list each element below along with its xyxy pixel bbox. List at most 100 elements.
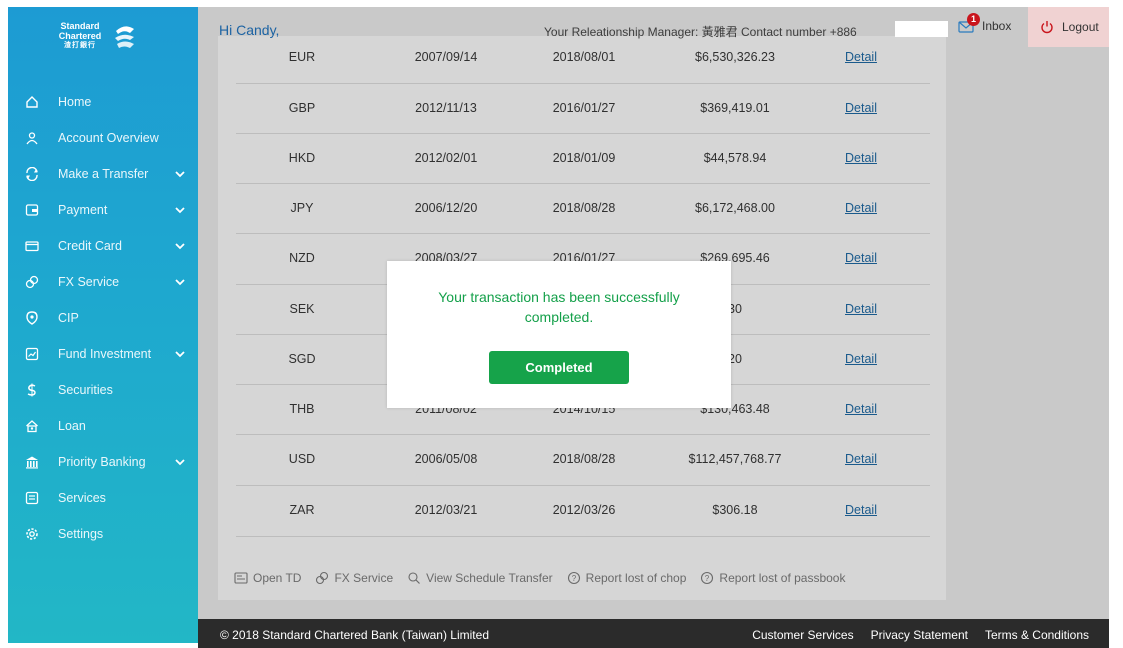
detail-link[interactable]: Detail: [845, 201, 877, 215]
home-icon: [24, 94, 40, 110]
sidebar-item-credit-card[interactable]: Credit Card: [8, 228, 198, 264]
sidebar-item-account-overview[interactable]: Account Overview: [8, 120, 198, 156]
greeting-text: Hi Candy,: [219, 22, 280, 38]
amount-cell: $112,457,768.77: [688, 452, 782, 466]
services-icon: [24, 490, 40, 506]
relationship-manager-text: Your Releationship Manager: 黃雅君 Contact …: [544, 25, 857, 39]
sidebar-item-label: Services: [58, 491, 106, 505]
chevron-down-icon: [175, 279, 185, 286]
footer-links: Customer Services Privacy Statement Term…: [735, 628, 1089, 642]
transfer-icon: [24, 166, 40, 182]
detail-link[interactable]: Detail: [845, 302, 877, 316]
sidebar-item-priority-banking[interactable]: Priority Banking: [8, 444, 198, 480]
sidebar-item-home[interactable]: Home: [8, 84, 198, 120]
detail-link[interactable]: Detail: [845, 101, 877, 115]
sidebar-nav: Home Account Overview Make a Transfer Pa…: [8, 84, 198, 552]
currency-cell: JPY: [290, 201, 314, 215]
open-td-icon: [234, 572, 248, 584]
last-date-cell: 2018/08/28: [552, 201, 616, 215]
copyright-text: © 2018 Standard Chartered Bank (Taiwan) …: [220, 628, 489, 642]
amount-cell: $306.18: [712, 503, 758, 517]
search-icon: [408, 572, 421, 584]
detail-link[interactable]: Detail: [845, 50, 877, 64]
logo-mark-icon: [115, 26, 134, 48]
detail-link[interactable]: Detail: [845, 251, 877, 265]
table-row: HKD 2012/02/01 2018/01/09 $44,578.94 Det…: [236, 134, 930, 184]
sidebar-item-cip[interactable]: CIP: [8, 300, 198, 336]
quick-link-open-td[interactable]: Open TD: [234, 571, 301, 585]
sidebar-item-label: Make a Transfer: [58, 167, 149, 181]
quick-link-label: Report lost of passbook: [719, 571, 846, 585]
quick-link-view-schedule-transfer[interactable]: View Schedule Transfer: [407, 571, 553, 585]
svg-text:?: ?: [571, 574, 576, 583]
securities-icon: [24, 382, 40, 398]
last-date-cell: 2012/03/26: [552, 503, 616, 517]
chevron-down-icon: [175, 207, 185, 214]
amount-cell: $6,172,468.00: [695, 201, 775, 215]
chevron-down-icon: [175, 171, 185, 178]
sidebar-item-fx-service[interactable]: FX Service: [8, 264, 198, 300]
sidebar-item-payment[interactable]: Payment: [8, 192, 198, 228]
currency-cell: EUR: [288, 50, 316, 64]
table-row: JPY 2006/12/20 2018/08/28 $6,172,468.00 …: [236, 184, 930, 234]
last-date-cell: 2018/08/01: [552, 50, 616, 64]
logout-button[interactable]: Logout: [1028, 7, 1109, 47]
sidebar-item-services[interactable]: Services: [8, 480, 198, 516]
sidebar-item-label: Credit Card: [58, 239, 122, 253]
completed-button[interactable]: Completed: [489, 351, 629, 384]
detail-link[interactable]: Detail: [845, 352, 877, 366]
logout-label: Logout: [1062, 20, 1099, 34]
open-date-cell: 2012/11/13: [415, 101, 477, 115]
currency-cell: HKD: [288, 151, 316, 165]
quick-link-label: View Schedule Transfer: [426, 571, 553, 585]
sidebar-item-label: Settings: [58, 527, 104, 541]
fund-icon: [24, 346, 40, 362]
detail-link[interactable]: Detail: [845, 402, 877, 416]
sidebar-item-settings[interactable]: Settings: [8, 516, 198, 552]
inbox-button[interactable]: 1 Inbox: [958, 13, 1012, 33]
sidebar-item-label: Payment: [58, 203, 108, 217]
currency-cell: USD: [288, 452, 316, 466]
chevron-down-icon: [175, 351, 185, 358]
footer-link-customer-services[interactable]: Customer Services: [752, 628, 853, 642]
amount-cell: $44,578.94: [703, 151, 767, 165]
help-icon: ?: [567, 571, 580, 585]
power-icon: [1041, 21, 1053, 34]
quick-link-report-lost-chop[interactable]: ? Report lost of chop: [567, 571, 687, 585]
detail-link[interactable]: Detail: [845, 452, 877, 466]
currency-cell: NZD: [289, 251, 315, 265]
logo-line-1: Standard: [60, 21, 100, 31]
sidebar-item-make-a-transfer[interactable]: Make a Transfer: [8, 156, 198, 192]
sidebar-item-label: Securities: [58, 383, 113, 397]
logo-line-2: Chartered: [58, 31, 102, 41]
redacted-phone-box: [895, 21, 948, 37]
quick-link-report-lost-passbook[interactable]: ? Report lost of passbook: [700, 571, 845, 585]
detail-link[interactable]: Detail: [845, 151, 877, 165]
footer-link-terms[interactable]: Terms & Conditions: [985, 628, 1089, 642]
quick-link-label: Report lost of chop: [585, 571, 687, 585]
cip-icon: [24, 310, 40, 326]
sidebar-item-loan[interactable]: Loan: [8, 408, 198, 444]
open-date-cell: 2012/03/21: [414, 503, 478, 517]
open-date-cell: 2007/09/14: [414, 50, 478, 64]
priority-icon: [24, 454, 40, 470]
quick-link-label: FX Service: [334, 571, 394, 585]
detail-link[interactable]: Detail: [845, 503, 877, 517]
gear-icon: [24, 526, 40, 542]
sidebar-item-fund-investment[interactable]: Fund Investment: [8, 336, 198, 372]
last-date-cell: 2016/01/27: [552, 101, 616, 115]
inbox-label: Inbox: [982, 19, 1012, 33]
currency-cell: SEK: [289, 302, 315, 316]
sidebar-item-label: CIP: [58, 311, 79, 325]
open-date-cell: 2006/12/20: [414, 201, 478, 215]
sidebar-item-label: Home: [58, 95, 92, 109]
table-row: ZAR 2012/03/21 2012/03/26 $306.18 Detail: [236, 486, 930, 536]
open-date-cell: 2006/05/08: [414, 452, 478, 466]
quick-link-fx-service[interactable]: FX Service: [315, 571, 393, 585]
bank-logo[interactable]: Standard Chartered 渣打銀行: [52, 11, 152, 61]
fx-icon: [24, 274, 40, 290]
table-row: GBP 2012/11/13 2016/01/27 $369,419.01 De…: [236, 84, 930, 134]
credit-card-icon: [24, 238, 40, 254]
sidebar-item-securities[interactable]: Securities: [8, 372, 198, 408]
footer-link-privacy-statement[interactable]: Privacy Statement: [871, 628, 968, 642]
